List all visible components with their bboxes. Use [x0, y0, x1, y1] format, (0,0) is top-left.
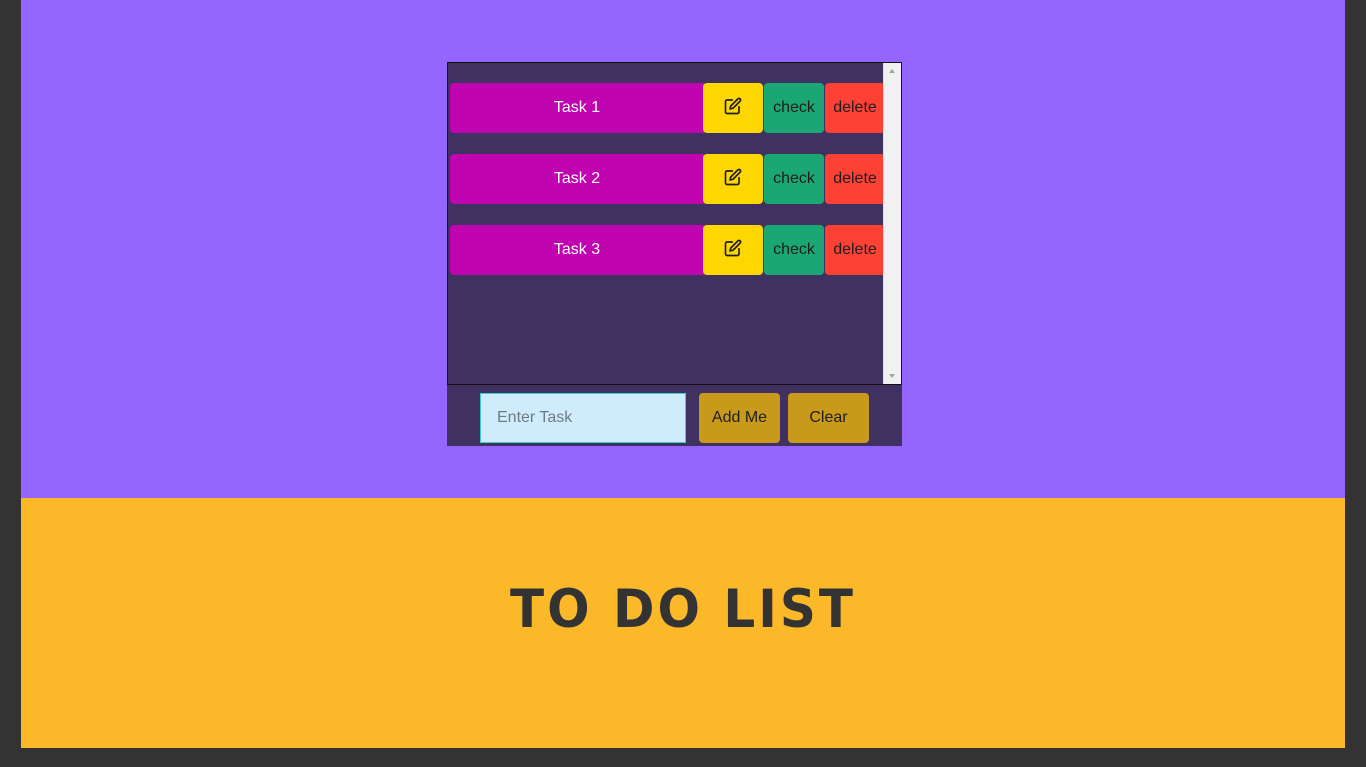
- task-list-scrollbar[interactable]: [883, 63, 901, 384]
- task-name: Task 2: [450, 154, 704, 204]
- list-item: Task 2 check delete: [450, 154, 885, 204]
- list-item: Task 3 check delete: [450, 225, 885, 275]
- scroll-down-icon[interactable]: [889, 374, 895, 378]
- page: Task 1 check delete Task 2 check delete …: [21, 0, 1345, 748]
- check-button[interactable]: check: [764, 225, 824, 275]
- check-button[interactable]: check: [764, 83, 824, 133]
- list-item: Task 1 check delete: [450, 83, 885, 133]
- delete-button[interactable]: delete: [825, 154, 885, 204]
- add-button[interactable]: Add Me: [699, 393, 780, 443]
- input-bar: Add Me Clear: [447, 385, 902, 446]
- page-title: To Do List: [509, 578, 856, 640]
- edit-button[interactable]: [703, 83, 763, 133]
- task-name: Task 1: [450, 83, 704, 133]
- clear-button[interactable]: Clear: [788, 393, 869, 443]
- task-input[interactable]: [480, 393, 686, 443]
- delete-button[interactable]: delete: [825, 225, 885, 275]
- task-name: Task 3: [450, 225, 704, 275]
- edit-button[interactable]: [703, 225, 763, 275]
- edit-button[interactable]: [703, 154, 763, 204]
- bottom-section: To Do List: [21, 498, 1345, 748]
- scroll-up-icon[interactable]: [889, 69, 895, 73]
- edit-icon: [724, 97, 742, 120]
- edit-icon: [724, 239, 742, 262]
- delete-button[interactable]: delete: [825, 83, 885, 133]
- task-list[interactable]: Task 1 check delete Task 2 check delete …: [447, 62, 902, 385]
- check-button[interactable]: check: [764, 154, 824, 204]
- edit-icon: [724, 168, 742, 191]
- todo-container: Task 1 check delete Task 2 check delete …: [447, 62, 902, 446]
- top-section: Task 1 check delete Task 2 check delete …: [21, 0, 1345, 498]
